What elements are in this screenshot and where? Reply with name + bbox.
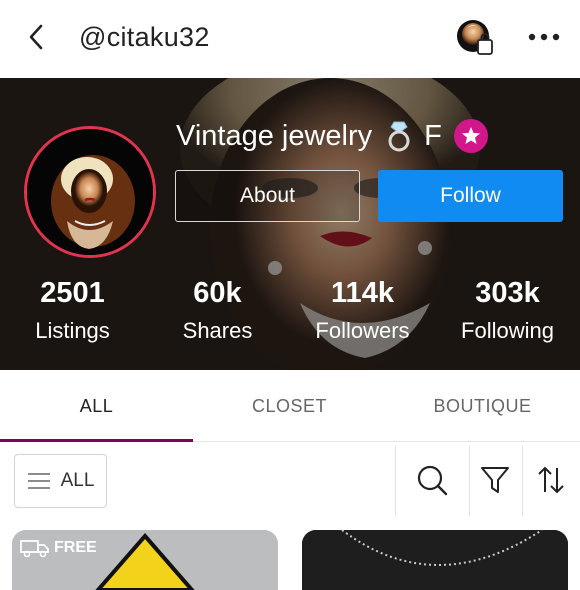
stat-value: 303k [475, 277, 540, 309]
tab-closet[interactable]: CLOSET [193, 370, 386, 442]
divider [522, 446, 523, 516]
top-bar: @citaku32 [0, 0, 580, 78]
tab-label: ALL [79, 395, 114, 416]
tab-boutique[interactable]: BOUTIQUE [386, 370, 579, 442]
star-icon [461, 127, 480, 144]
about-button[interactable]: About [175, 170, 360, 222]
category-filter-label: ALL [60, 470, 95, 491]
profile-avatar[interactable] [24, 126, 156, 258]
divider [469, 446, 470, 516]
stat-shares[interactable]: 60k Shares [145, 276, 290, 346]
sort-button[interactable] [529, 458, 573, 502]
tab-label: CLOSET [251, 395, 328, 416]
divider [395, 446, 396, 516]
shopping-bag-button[interactable] [455, 18, 495, 58]
back-button[interactable] [22, 22, 52, 52]
stat-value: 2501 [40, 277, 105, 309]
stat-listings[interactable]: 2501 Listings [0, 276, 145, 346]
stat-label: Shares [182, 318, 253, 343]
more-dots-icon [528, 33, 560, 41]
closet-tabs: ALL CLOSET BOUTIQUE [0, 370, 580, 442]
search-button[interactable] [410, 458, 454, 502]
tab-label: BOUTIQUE [433, 395, 532, 416]
avatar-image [27, 129, 153, 255]
more-options-button[interactable] [526, 24, 562, 50]
ambassador-badge[interactable] [453, 119, 488, 153]
diamond-ring-icon [388, 121, 410, 152]
filter-funnel-icon [481, 467, 509, 493]
filter-bar: ALL [0, 442, 580, 520]
listing-card[interactable]: FREE [12, 530, 278, 590]
back-chevron-icon [29, 24, 43, 50]
category-filter-button[interactable]: ALL [14, 454, 107, 508]
follow-button[interactable]: Follow [378, 170, 563, 222]
search-icon [417, 465, 448, 496]
stat-label: Listings [35, 318, 110, 343]
listing-image [302, 530, 568, 590]
listing-card[interactable] [302, 530, 568, 590]
sort-arrows-icon [538, 466, 564, 494]
shop-title-suffix: F [424, 119, 442, 152]
truck-icon [20, 540, 49, 558]
shopping-bag-icon [457, 20, 493, 55]
stat-label: Following [461, 318, 554, 343]
tab-all[interactable]: ALL [0, 370, 193, 442]
stat-following[interactable]: 303k Following [435, 276, 580, 346]
free-shipping-badge: FREE [20, 538, 97, 558]
shop-title-text: Vintage jewelry [176, 119, 373, 152]
closet-handle: @citaku32 [79, 22, 210, 52]
stat-label: Followers [315, 318, 410, 343]
filter-button[interactable] [473, 458, 517, 502]
free-shipping-label: FREE [54, 539, 97, 556]
profile-banner: Vintage jewelry F About Follow 2501 List… [0, 78, 580, 370]
stat-value: 60k [193, 277, 242, 309]
stat-value: 114k [331, 277, 394, 309]
shop-title: Vintage jewelry F [176, 116, 488, 156]
stat-followers[interactable]: 114k Followers [290, 276, 435, 346]
menu-lines-icon [27, 473, 50, 489]
